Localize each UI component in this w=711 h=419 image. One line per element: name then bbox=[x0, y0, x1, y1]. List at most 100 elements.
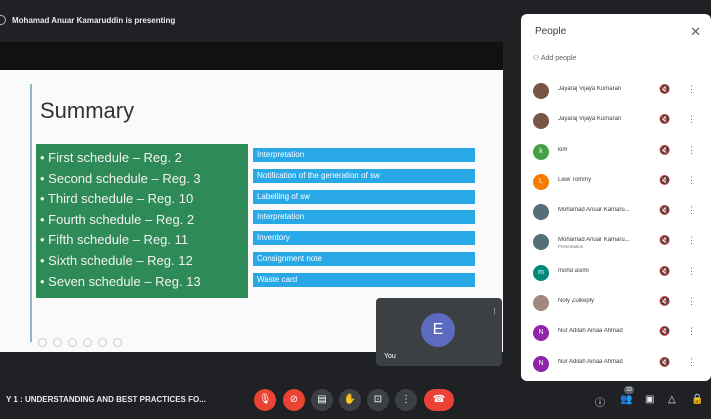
topic-box: Notification of the generation of sw bbox=[253, 168, 475, 183]
participant-avatar: L bbox=[533, 173, 549, 190]
slide-nav-dot[interactable] bbox=[98, 338, 107, 347]
more-vert-icon[interactable]: ⋮ bbox=[687, 296, 696, 307]
more-vert-icon[interactable]: ⋮ bbox=[687, 145, 696, 156]
more-vert-icon[interactable]: ⋮ bbox=[687, 357, 696, 368]
slide-nav-dot[interactable] bbox=[68, 338, 77, 347]
mic-muted-icon[interactable]: 🔇 bbox=[659, 296, 670, 307]
participant-name: Jayaraj Vijaya Kumaran bbox=[558, 86, 622, 92]
host-controls-icon[interactable]: 🔒 bbox=[691, 394, 703, 405]
more-vert-icon[interactable]: ⋮ bbox=[687, 235, 696, 246]
more-vert-icon[interactable]: ⋮ bbox=[687, 326, 696, 337]
meeting-info-icon[interactable]: ⓘ bbox=[595, 394, 605, 409]
slide-title: Summary bbox=[40, 98, 135, 123]
mic-muted-icon[interactable]: 🔇 bbox=[659, 175, 670, 186]
topic-box: Consignment note bbox=[253, 251, 475, 266]
schedule-list: • First schedule – Reg. 2 • Second sched… bbox=[36, 144, 248, 298]
participant-list: Jayaraj Vijaya Kumaran 🔇 ⋮ Jayaraj Vijaya K… bbox=[521, 76, 711, 379]
mic-muted-icon[interactable]: 🔇 bbox=[659, 114, 670, 125]
mic-muted-icon[interactable]: 🔇 bbox=[659, 145, 670, 156]
raise-hand-button[interactable]: ✋ bbox=[339, 389, 361, 411]
schedule-item: • Sixth schedule – Reg. 12 bbox=[40, 252, 193, 268]
people-icon[interactable]: 👥 bbox=[620, 394, 632, 405]
participant-avatar bbox=[533, 83, 549, 99]
participant-row[interactable]: Mohamad Anuar Kamaru... 🔇 ⋮ bbox=[521, 197, 711, 227]
more-vert-icon[interactable]: ⋮ bbox=[687, 114, 696, 125]
slide-nav-dot[interactable] bbox=[83, 338, 92, 347]
meeting-title: Y 1 : UNDERSTANDING AND BEST PRACTICES F… bbox=[6, 395, 206, 404]
mic-off-button[interactable]: 🎙 bbox=[254, 389, 276, 411]
participant-row[interactable]: Mohamad Anuar Kamaru... Presentation 🔇 ⋮ bbox=[521, 227, 711, 257]
schedule-item: • Fourth schedule – Reg. 2 bbox=[40, 211, 195, 227]
more-vert-icon[interactable]: ⋮ bbox=[687, 175, 696, 186]
slide-nav-dot[interactable] bbox=[53, 338, 62, 347]
mic-muted-icon[interactable]: 🔇 bbox=[659, 326, 670, 337]
self-video-tile[interactable]: ⁝ E You bbox=[376, 298, 502, 366]
topic-box: Inventory bbox=[253, 231, 475, 246]
mic-muted-icon[interactable]: 🔇 bbox=[659, 357, 670, 368]
presenting-text: Mohamad Anuar Kamaruddin is presenting bbox=[12, 15, 176, 25]
participant-avatar: k bbox=[533, 143, 549, 160]
self-avatar: E bbox=[421, 313, 455, 347]
slide-nav-dot[interactable] bbox=[113, 338, 122, 347]
mic-muted-icon[interactable]: 🔇 bbox=[659, 84, 670, 95]
more-vert-icon[interactable]: ⋮ bbox=[687, 84, 696, 95]
participant-name: mohd asimi bbox=[558, 267, 589, 274]
participant-avatar bbox=[533, 234, 549, 251]
participant-row[interactable]: N Nur Adilah Ainaa Ahmad 🔇 ⋮ bbox=[521, 318, 711, 348]
schedule-item: • Third schedule – Reg. 10 bbox=[40, 191, 194, 207]
topic-box: Interpretation bbox=[253, 148, 475, 162]
participant-avatar: N bbox=[533, 325, 549, 342]
participant-row[interactable]: m mohd asimi 🔇 ⋮ bbox=[521, 258, 711, 288]
chat-icon[interactable]: ▣ bbox=[645, 394, 654, 405]
slide-toolbar bbox=[0, 42, 503, 70]
presenting-banner: Mohamad Anuar Kamaruddin is presenting bbox=[0, 0, 521, 40]
people-panel: People ✕ ⚇ Add people Jayaraj Vijaya Kum… bbox=[521, 14, 711, 381]
participant-avatar bbox=[533, 113, 549, 130]
participant-row[interactable]: N Nur Adilah Ainaa Ahmad 🔇 ⋮ bbox=[521, 349, 711, 379]
more-vert-icon[interactable]: ⋮ bbox=[687, 205, 696, 216]
leave-call-button[interactable]: ☎ bbox=[424, 389, 454, 411]
topic-box: Interpretation bbox=[253, 210, 475, 225]
mic-muted-icon[interactable]: 🔇 bbox=[659, 205, 670, 216]
people-panel-title: People bbox=[535, 26, 567, 37]
more-vert-icon[interactable]: ⋮ bbox=[687, 266, 696, 277]
participant-subtitle: Presentation bbox=[558, 244, 584, 250]
participant-avatar: N bbox=[533, 355, 549, 372]
participant-row[interactable]: L Liew Tommy 🔇 ⋮ bbox=[521, 167, 711, 197]
presenting-indicator-icon bbox=[0, 15, 6, 25]
schedule-item: • First schedule – Reg. 2 bbox=[40, 150, 182, 165]
activities-icon[interactable]: △ bbox=[668, 394, 676, 405]
participant-name: Liew Tommy bbox=[558, 176, 592, 183]
more-options-button[interactable]: ⋮ bbox=[395, 389, 417, 411]
schedule-item: • Seven schedule – Reg. 13 bbox=[40, 273, 201, 289]
participant-avatar bbox=[533, 295, 549, 312]
topic-box: Waste card bbox=[253, 272, 475, 287]
topic-box: Labelling of sw bbox=[253, 189, 475, 204]
close-icon[interactable]: ✕ bbox=[690, 24, 701, 40]
people-count-badge: 33 bbox=[624, 386, 634, 394]
mic-muted-icon[interactable]: 🔇 bbox=[659, 266, 670, 277]
participant-avatar bbox=[533, 204, 549, 221]
add-people-button[interactable]: ⚇ Add people bbox=[533, 54, 576, 62]
present-button[interactable]: ⊡ bbox=[367, 389, 389, 411]
add-people-label: Add people bbox=[540, 55, 577, 62]
add-person-icon: ⚇ bbox=[533, 55, 540, 62]
participant-name: kim bbox=[558, 146, 568, 153]
participant-name: Noly Zulkeply bbox=[558, 298, 595, 305]
self-label: You bbox=[384, 353, 396, 360]
participant-row[interactable]: Jayaraj Vijaya Kumaran 🔇 ⋮ bbox=[521, 106, 711, 136]
slide-navigation[interactable] bbox=[38, 338, 122, 347]
schedule-item: • Second schedule – Reg. 3 bbox=[40, 170, 201, 186]
participant-name: Nur Adilah Ainaa Ahmad bbox=[558, 358, 623, 365]
participant-avatar: m bbox=[533, 264, 549, 281]
meeting-control-bar: Y 1 : UNDERSTANDING AND BEST PRACTICES F… bbox=[0, 381, 711, 419]
mic-muted-icon[interactable]: 🔇 bbox=[659, 235, 670, 246]
pin-icon[interactable]: ⁝ bbox=[493, 306, 496, 317]
slide-nav-dot[interactable] bbox=[38, 338, 47, 347]
participant-name: Nur Adilah Ainaa Ahmad bbox=[558, 328, 623, 335]
captions-button[interactable]: ▤ bbox=[311, 389, 333, 411]
participant-row[interactable]: Jayaraj Vijaya Kumaran 🔇 ⋮ bbox=[521, 76, 711, 106]
camera-off-button[interactable]: ⊘ bbox=[283, 389, 305, 411]
participant-row[interactable]: Noly Zulkeply 🔇 ⋮ bbox=[521, 288, 711, 318]
participant-row[interactable]: k kim 🔇 ⋮ bbox=[521, 137, 711, 167]
